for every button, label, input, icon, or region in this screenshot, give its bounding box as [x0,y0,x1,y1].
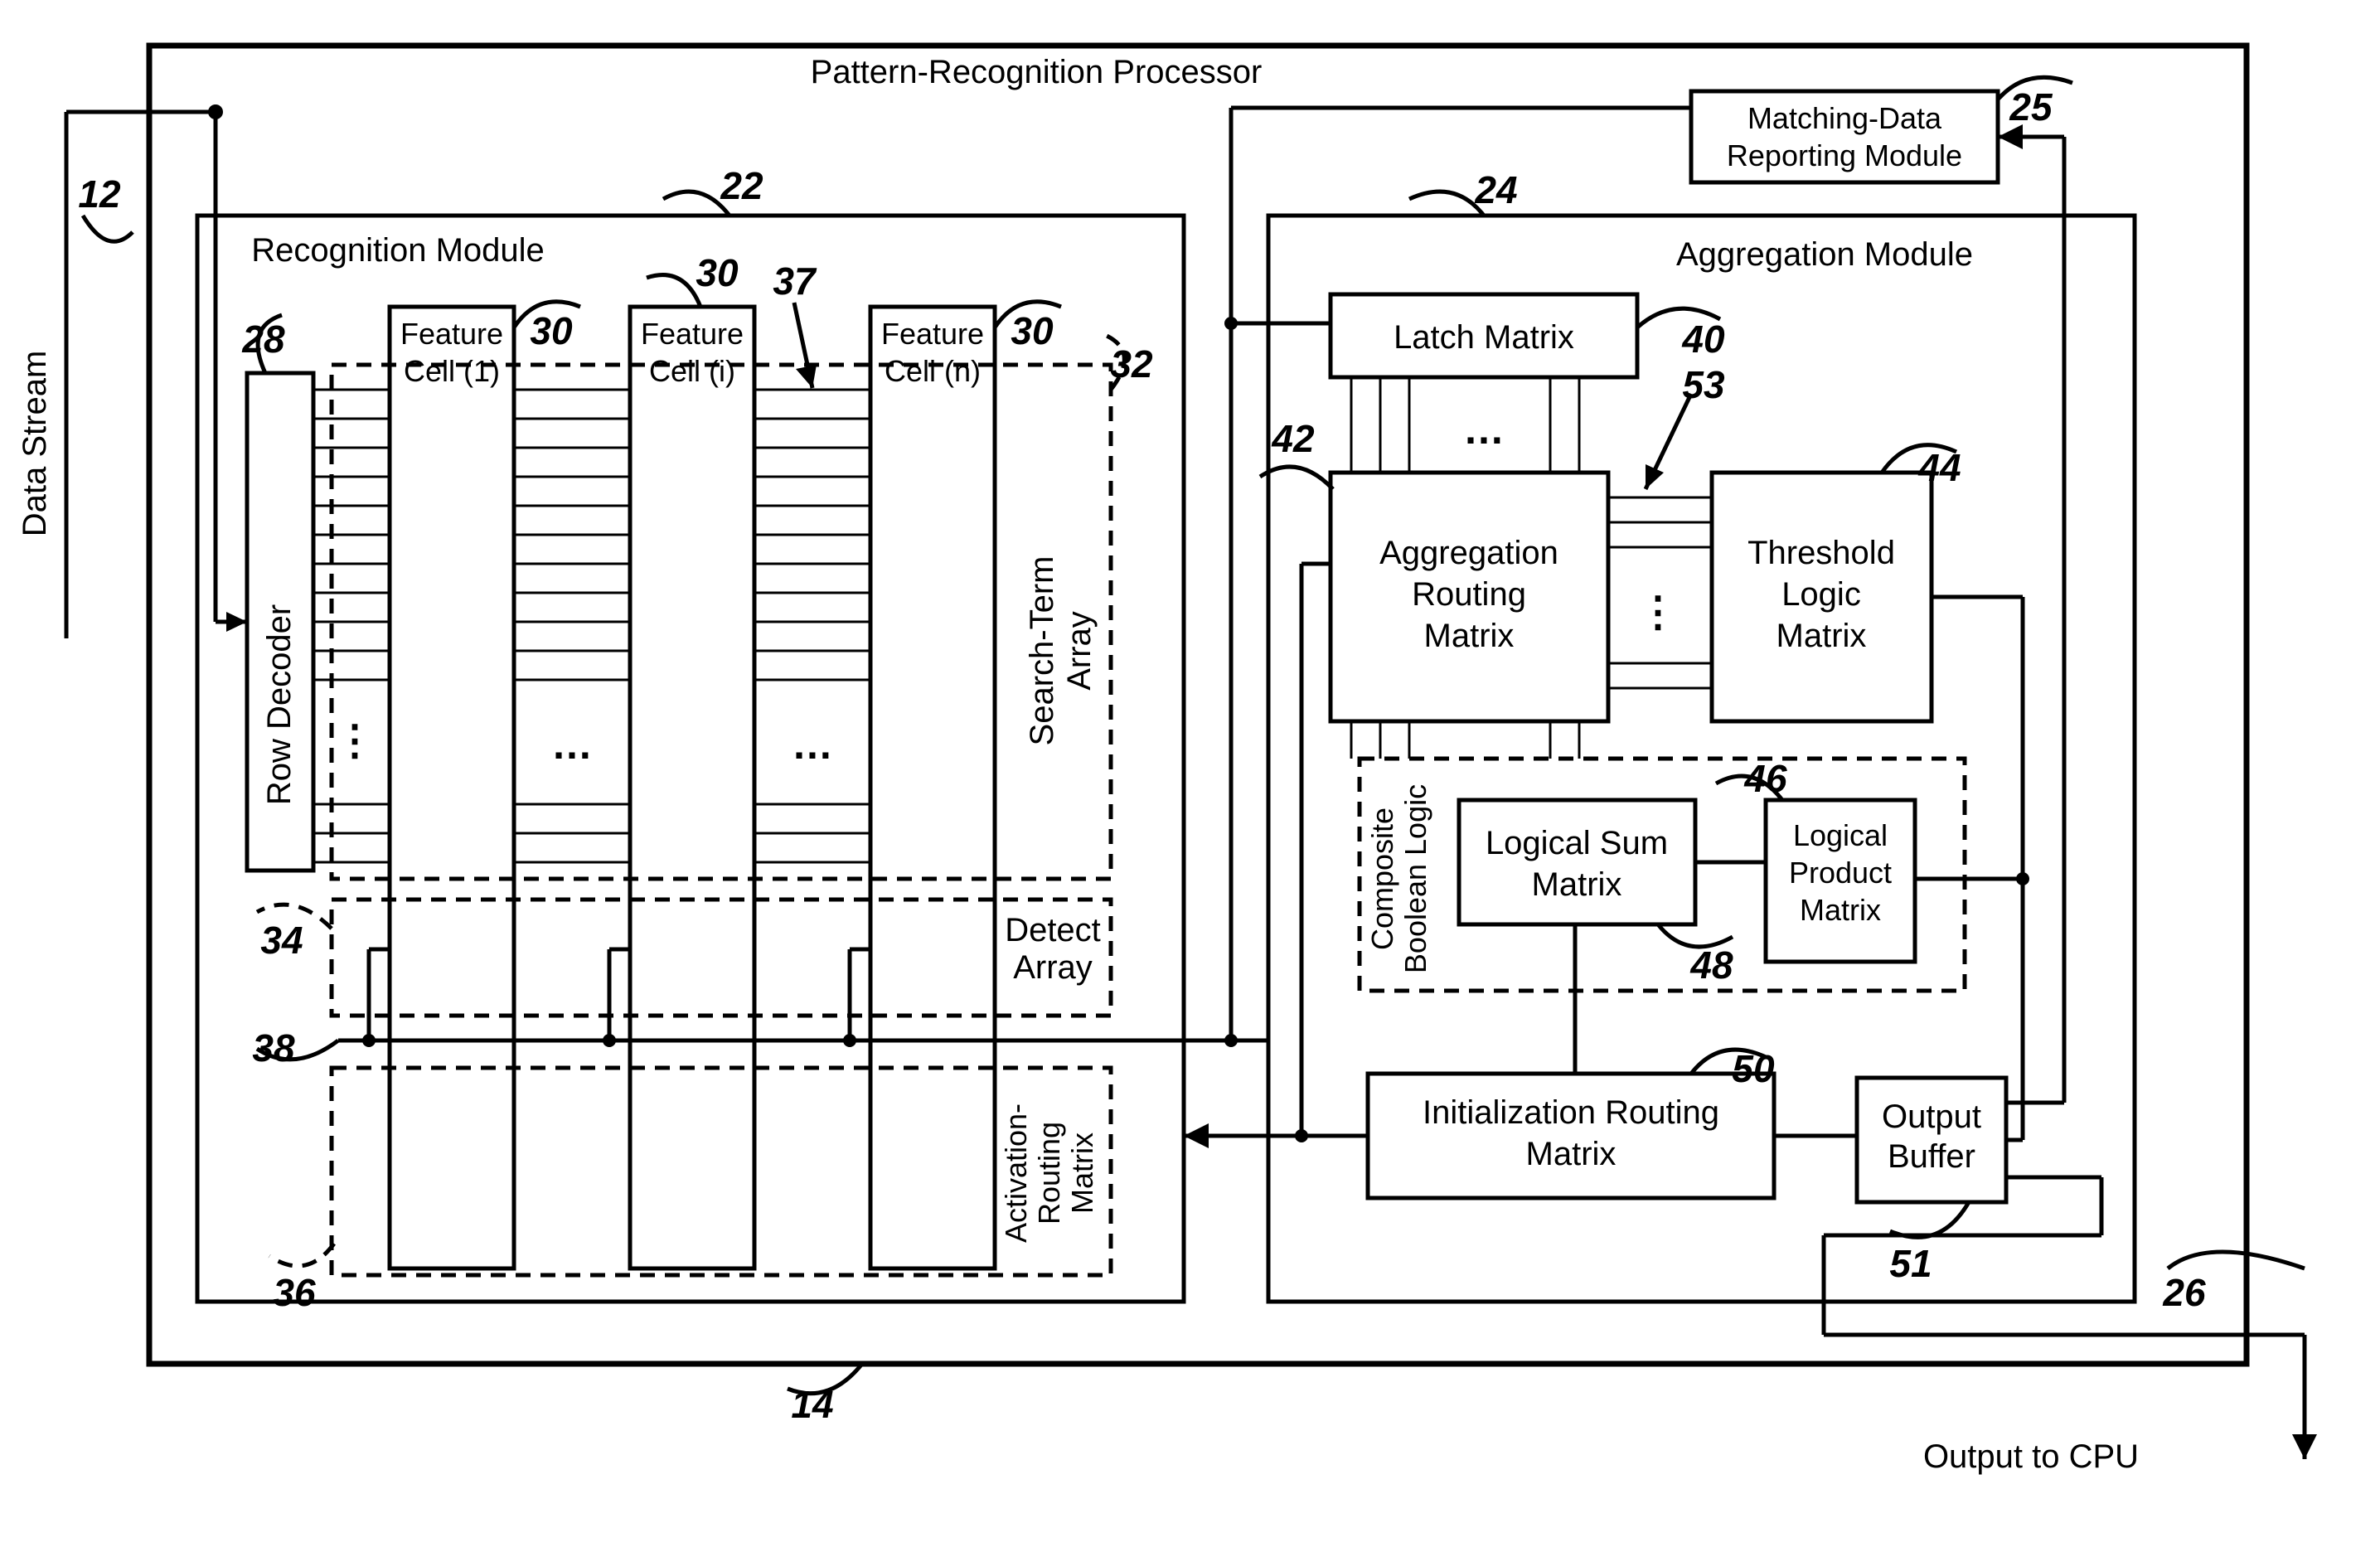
ref-50: 50 [1732,1047,1775,1090]
feature-cell-1-l1: Feature [400,317,503,351]
ref-38: 38 [252,1026,295,1069]
feature-cell-i-l1: Feature [641,317,744,351]
logical-product-l1: Logical [1793,818,1888,852]
ref-30a: 30 [530,309,573,352]
recognition-module-label: Recognition Module [251,232,545,269]
svg-text:⋮: ⋮ [1637,589,1679,635]
feature-cell-1-l2: Cell (1) [404,354,500,388]
data-stream-label: Data Stream [17,351,53,537]
feature-cell-i-l2: Cell (i) [649,354,735,388]
feature-gap-2-dots: … [792,721,833,768]
logical-product-l3: Matrix [1800,893,1881,927]
feature-cell-n-box [870,307,995,1268]
ref-53: 53 [1682,363,1725,406]
aggregation-routing-l2: Routing [1412,576,1526,613]
ref-24: 24 [1474,168,1517,211]
activation-routing-l2: Routing [1032,1122,1066,1225]
output-buffer-l1: Output [1882,1099,1981,1135]
detect-array-l1: Detect [1005,912,1101,948]
ref-34: 34 [260,919,303,962]
feature-cell-i-box [630,307,754,1268]
ref-37: 37 [773,259,817,303]
activation-routing-l1: Activation- [999,1103,1033,1243]
logical-sum-l1: Logical Sum [1486,825,1668,861]
matching-module-l2: Reporting Module [1727,138,1962,172]
feature-cell-n-l1: Feature [881,317,984,351]
initialization-routing-l2: Matrix [1526,1136,1617,1172]
detect-array-l2: Array [1013,949,1093,986]
ref-42: 42 [1271,417,1315,460]
threshold-logic-l1: Threshold [1747,535,1895,571]
output-buffer-l2: Buffer [1888,1138,1975,1175]
initialization-routing-l1: Initialization Routing [1423,1094,1719,1131]
ref-30c: 30 [1011,309,1054,352]
ref-36: 36 [273,1271,316,1314]
search-term-array-l1: Search-Term [1024,556,1060,746]
composite-boolean-l1: Composite [1365,808,1399,950]
ref-46: 46 [1743,757,1787,800]
feature-gap-1-dots: … [551,721,593,768]
diagram-svg: Pattern-Recognition Processor Matching-D… [0,0,2380,1552]
output-to-cpu-label: Output to CPU [1923,1438,2139,1475]
lead-12 [83,216,133,241]
ref-12: 12 [78,172,121,216]
aggregation-module-label: Aggregation Module [1676,236,1973,273]
row-decoder-label: Row Decoder [261,604,298,805]
ref-28: 28 [241,318,285,361]
ref-14: 14 [791,1383,833,1426]
latch-matrix-label: Latch Matrix [1394,319,1574,356]
ref-26: 26 [2162,1271,2206,1314]
ref-25: 25 [2009,85,2053,129]
logical-sum-l2: Matrix [1532,866,1622,903]
logical-product-l2: Product [1789,856,1892,890]
ref-40: 40 [1681,318,1725,361]
svg-text:…: … [1463,406,1505,453]
aggregation-routing-l3: Matrix [1424,618,1515,654]
search-term-array-l2: Array [1061,611,1098,691]
ref-48: 48 [1689,943,1733,987]
feature-cell-n-l2: Cell (n) [885,354,981,388]
matching-module-l1: Matching-Data [1747,101,1942,135]
feature-cell-1-box [390,307,514,1268]
ref-51: 51 [1889,1242,1932,1285]
activation-routing-l3: Matrix [1065,1132,1099,1214]
processor-title: Pattern-Recognition Processor [811,54,1263,90]
ref-32: 32 [1110,342,1153,386]
logical-sum-box [1459,800,1695,924]
row-decoder-dots: ⋮ [334,717,376,764]
ref-30b: 30 [696,251,739,294]
composite-boolean-l2: Boolean Logic [1398,784,1432,973]
threshold-logic-l3: Matrix [1777,618,1867,654]
threshold-logic-l2: Logic [1781,576,1861,613]
ref-22: 22 [720,164,763,207]
ref-44: 44 [1917,446,1961,489]
aggregation-routing-l1: Aggregation [1379,535,1558,571]
